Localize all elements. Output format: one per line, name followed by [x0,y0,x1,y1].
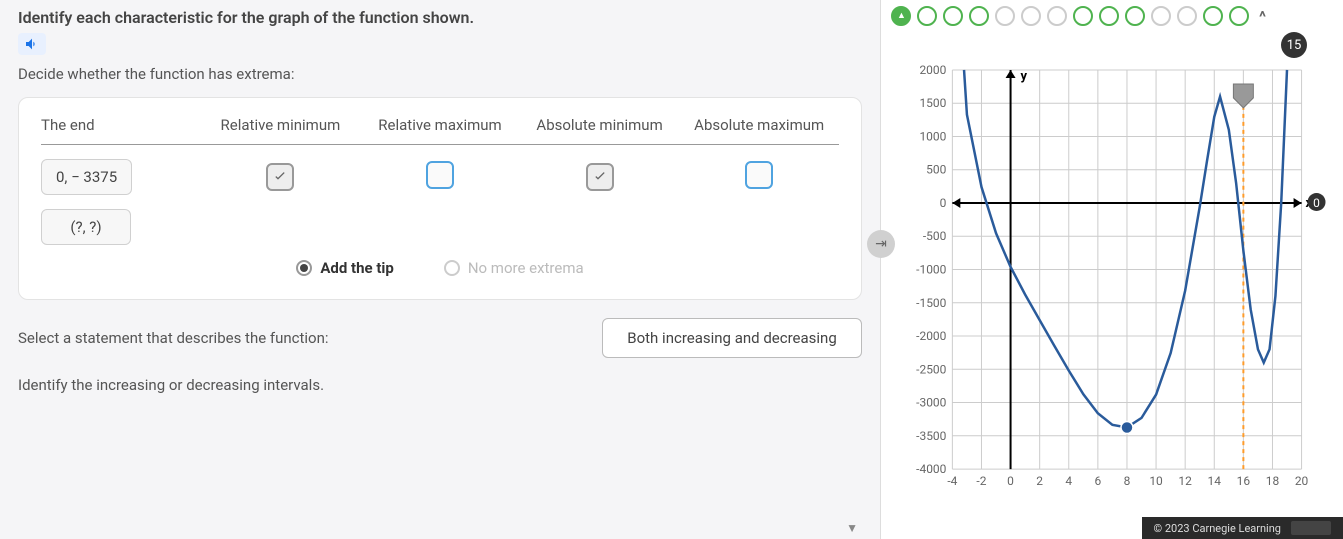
svg-text:-500: -500 [923,229,947,243]
svg-text:-3000: -3000 [916,396,946,410]
pending-point-pill[interactable]: (?, ?) [41,209,131,245]
svg-text:0: 0 [1007,474,1014,488]
svg-text:1500: 1500 [919,96,946,110]
point-pill[interactable]: 0, − 3375 [41,159,132,195]
collapse-icon[interactable]: ^ [1259,7,1266,26]
svg-text:-1000: -1000 [916,263,946,277]
footer-text: © 2023 Carnegie Learning [1154,522,1282,535]
svg-text:-4000: -4000 [916,462,946,476]
extrema-card: The end Relative minimum Relative maximu… [18,97,862,300]
progress-dot[interactable] [1125,6,1145,26]
function-graph[interactable]: -4000-3500-3000-2500-2000-1500-1000-5000… [891,60,1333,499]
extrema-radio-row: Add the tip No more extrema [41,259,839,277]
progress-dots: ^ [881,0,1343,32]
checkbox-abs-max[interactable] [745,161,773,189]
progress-dot[interactable] [1073,6,1093,26]
extrema-prompt: Decide whether the function has extrema: [18,65,862,83]
svg-text:4: 4 [1065,474,1072,488]
scroll-down-icon[interactable]: ▼ [846,521,858,535]
radio-nomore-label: No more extrema [468,259,584,277]
progress-dot[interactable] [917,6,937,26]
svg-text:6: 6 [1094,474,1101,488]
radio-add-tip[interactable]: Add the tip [296,259,393,277]
progress-dot-current[interactable] [891,6,911,26]
th-rel-max: Relative maximum [360,116,520,134]
svg-text:-2000: -2000 [916,329,946,343]
checkbox-rel-max[interactable] [426,161,454,189]
radio-no-more: No more extrema [444,259,584,277]
svg-text:10: 10 [1149,474,1163,488]
intervals-prompt: Identify the increasing or decreasing in… [18,376,862,394]
svg-text:20: 20 [1295,474,1309,488]
svg-text:8: 8 [1124,474,1131,488]
th-abs-max: Absolute maximum [679,116,839,134]
progress-dot[interactable] [1203,6,1223,26]
statement-row: Select a statement that describes the fu… [18,318,862,358]
table-row: 0, − 3375 [41,159,839,195]
svg-text:2000: 2000 [919,63,946,77]
footer-brand: © 2023 Carnegie Learning [1142,517,1343,539]
brand-logo-icon [1291,521,1331,535]
question-number-badge: 15 [1281,32,1307,58]
statement-select[interactable]: Both increasing and decreasing [602,318,862,358]
progress-dot[interactable] [1177,6,1197,26]
svg-text:18: 18 [1266,474,1280,488]
progress-dot[interactable] [1099,6,1119,26]
svg-text:0: 0 [940,196,947,210]
svg-text:-4: -4 [947,474,957,488]
page-title: Identify each characteristic for the gra… [18,8,862,27]
svg-text:0: 0 [1313,196,1320,210]
svg-text:12: 12 [1178,474,1192,488]
progress-dot[interactable] [995,6,1015,26]
svg-text:1000: 1000 [919,129,946,143]
th-abs-min: Absolute minimum [520,116,680,134]
table-row: (?, ?) [41,209,839,245]
radio-dot-icon [444,260,460,276]
th-rel-min: Relative minimum [201,116,361,134]
progress-dot[interactable] [943,6,963,26]
svg-text:14: 14 [1208,474,1222,488]
audio-icon[interactable] [18,33,46,55]
progress-dot[interactable] [1151,6,1171,26]
checkbox-rel-min[interactable] [266,163,294,191]
progress-dot[interactable] [969,6,989,26]
svg-text:-2500: -2500 [916,362,946,376]
svg-text:y: y [1021,69,1028,84]
svg-text:-1500: -1500 [916,296,946,310]
checkbox-abs-min[interactable] [586,163,614,191]
svg-text:16: 16 [1237,474,1251,488]
svg-text:500: 500 [926,163,946,177]
progress-dot[interactable] [1021,6,1041,26]
progress-dot[interactable] [1047,6,1067,26]
svg-text:-2: -2 [976,474,986,488]
radio-dot-icon [296,260,312,276]
th-end: The end [41,116,201,134]
svg-text:2: 2 [1036,474,1043,488]
statement-prompt: Select a statement that describes the fu… [18,329,329,347]
svg-text:-3500: -3500 [916,429,946,443]
radio-add-label: Add the tip [320,259,393,277]
progress-dot[interactable] [1229,6,1249,26]
table-header: The end Relative minimum Relative maximu… [41,116,839,145]
